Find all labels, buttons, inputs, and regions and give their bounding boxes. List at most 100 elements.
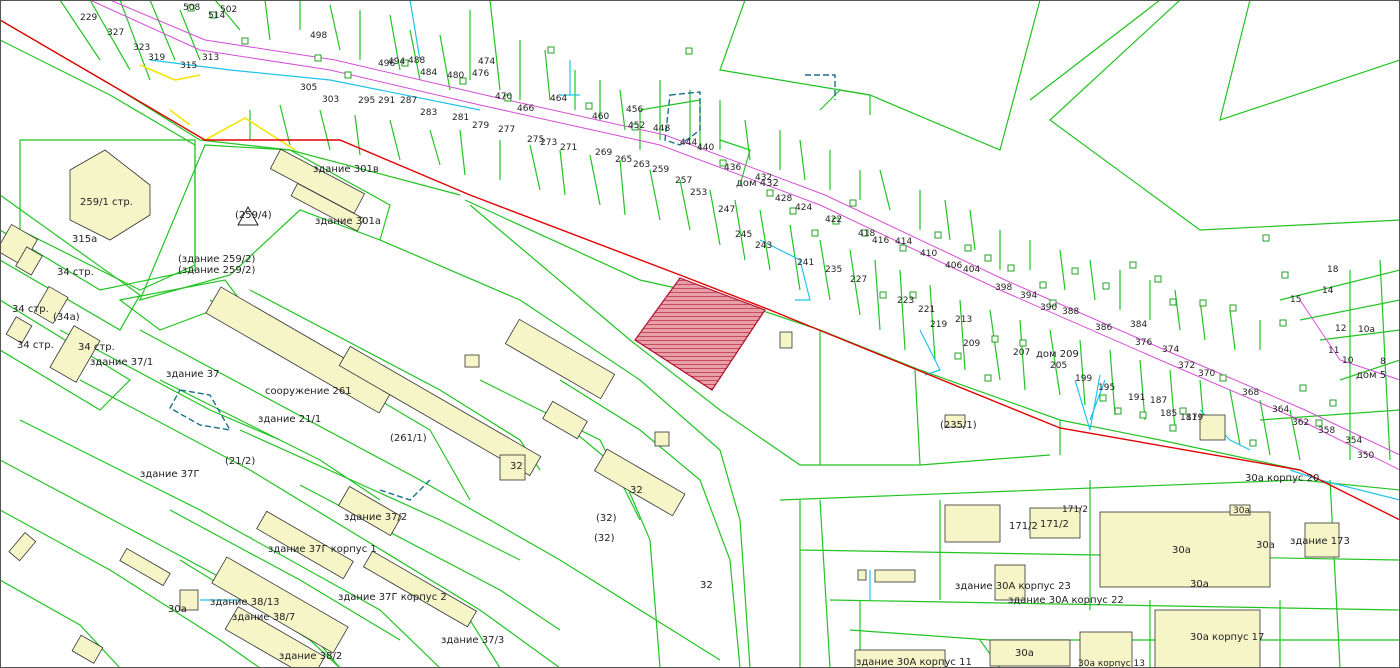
house-number: 323 <box>133 43 150 53</box>
house-marker <box>1129 261 1137 269</box>
house-number: 247 <box>718 205 735 215</box>
house-number: 229 <box>80 13 97 23</box>
selected-parcel-hatched[interactable] <box>634 277 766 391</box>
label-21-2: (21/2) <box>225 456 255 467</box>
map-canvas[interactable]: 259/1 стр. 315а 34 стр. 34 стр. (34а) 34… <box>0 0 1400 668</box>
house-marker <box>1281 271 1289 279</box>
house-number: 466 <box>517 104 534 114</box>
house-number: 191 <box>1128 393 1145 403</box>
house-marker <box>954 352 962 360</box>
label-34str-a: 34 стр. <box>57 267 94 278</box>
house-number: 11 <box>1328 346 1339 356</box>
house-marker <box>1102 282 1110 290</box>
label-21-1: здание 21/1 <box>258 414 321 425</box>
building-layer <box>0 148 1340 668</box>
house-number: 305 <box>300 83 317 93</box>
house-number: 273 <box>540 138 557 148</box>
house-number: 364 <box>1272 405 1289 415</box>
house-number: 277 <box>498 125 515 135</box>
house-number: 390 <box>1040 303 1057 313</box>
house-marker <box>1169 298 1177 306</box>
label-37g-k1: здание 37Г корпус 1 <box>268 544 377 555</box>
label-30a-d: 30а <box>1190 579 1209 590</box>
label-301v: здание 301в <box>313 164 379 175</box>
house-marker <box>811 229 819 237</box>
house-number: 10 <box>1342 356 1354 366</box>
house-marker <box>934 231 942 239</box>
label-30a-c: 30а <box>1256 540 1275 551</box>
label-34str-b: 34 стр. <box>12 304 49 315</box>
house-number: 235 <box>825 265 842 275</box>
label-34str-c: 34 стр. <box>17 340 54 351</box>
label-37-2: здание 37/2 <box>344 512 407 523</box>
house-number: 386 <box>1095 323 1112 333</box>
label-30A-k23: здание 30А корпус 23 <box>955 581 1071 592</box>
house-number: 281 <box>452 113 469 123</box>
house-number: 372 <box>1178 361 1195 371</box>
house-marker <box>241 37 249 45</box>
house-number: 205 <box>1050 361 1067 371</box>
house-number: 508 <box>183 3 200 13</box>
cadastral-map[interactable]: 259/1 стр. 315а 34 стр. 34 стр. (34а) 34… <box>0 0 1400 668</box>
house-number: 269 <box>595 148 612 158</box>
house-number: 259 <box>652 165 669 175</box>
house-marker <box>1154 275 1162 283</box>
label-261-1: (261/1) <box>390 433 427 444</box>
house-number: 195 <box>1098 383 1115 393</box>
house-number: 12 <box>1335 324 1346 334</box>
house-marker <box>984 254 992 262</box>
house-number: 313 <box>202 53 219 63</box>
house-marker <box>1039 281 1047 289</box>
label-259-2b: (здание 259/2) <box>178 265 255 276</box>
house-number: 362 <box>1292 418 1309 428</box>
label-38-7: здание 38/7 <box>232 612 295 623</box>
house-marker <box>1262 234 1270 242</box>
label-30a-k17: 30а корпус 17 <box>1190 632 1264 643</box>
house-number: 291 <box>378 96 395 106</box>
house-number: 327 <box>107 28 124 38</box>
house-number: 319 <box>148 53 165 63</box>
house-marker <box>685 47 693 55</box>
label-315a: 315а <box>72 234 97 245</box>
house-number: 209 <box>963 339 980 349</box>
house-number: 494 <box>388 57 405 67</box>
label-soor-261: сооружение 261 <box>265 386 352 397</box>
label-30A-k11: здание 30А корпус 11 <box>856 657 972 668</box>
house-number: 179 <box>1186 413 1203 423</box>
house-marker <box>585 102 593 110</box>
house-number: 460 <box>592 112 609 122</box>
house-number: 474 <box>478 57 495 67</box>
house-number: 464 <box>550 94 567 104</box>
house-number: 456 <box>626 105 643 115</box>
house-number: 358 <box>1318 426 1335 436</box>
label-259-2a: (здание 259/2) <box>178 254 255 265</box>
house-number: 15 <box>1290 295 1301 305</box>
house-number: 271 <box>560 143 577 153</box>
house-number: 470 <box>495 92 512 102</box>
house-number: 185 <box>1160 409 1177 419</box>
house-number: 424 <box>795 203 812 213</box>
label-38-13: здание 38/13 <box>210 597 280 608</box>
yellow-line-layer <box>139 64 296 151</box>
label-37g: здание 37Г <box>140 469 200 480</box>
house-marker <box>879 291 887 299</box>
house-marker <box>991 335 999 343</box>
house-number: 221 <box>918 305 935 315</box>
house-number: 10а <box>1358 325 1375 335</box>
house-number: 410 <box>920 249 937 259</box>
label-171-2a: 171/2 <box>1009 521 1038 532</box>
house-number: 480 <box>447 71 464 81</box>
house-number: 8 <box>1380 357 1386 367</box>
house-number: 241 <box>797 258 814 268</box>
house-number: 14 <box>1322 286 1334 296</box>
house-number: 488 <box>408 56 425 66</box>
label-30a-big: 30а <box>1172 545 1191 556</box>
house-number: 514 <box>208 11 225 21</box>
house-marker <box>1099 394 1107 402</box>
house-marker <box>1229 304 1237 312</box>
label-30a-left: 30а <box>168 604 187 615</box>
house-number: 227 <box>850 275 867 285</box>
house-marker <box>1299 384 1307 392</box>
house-marker <box>1329 399 1337 407</box>
label-32-a: 32 <box>510 461 523 472</box>
